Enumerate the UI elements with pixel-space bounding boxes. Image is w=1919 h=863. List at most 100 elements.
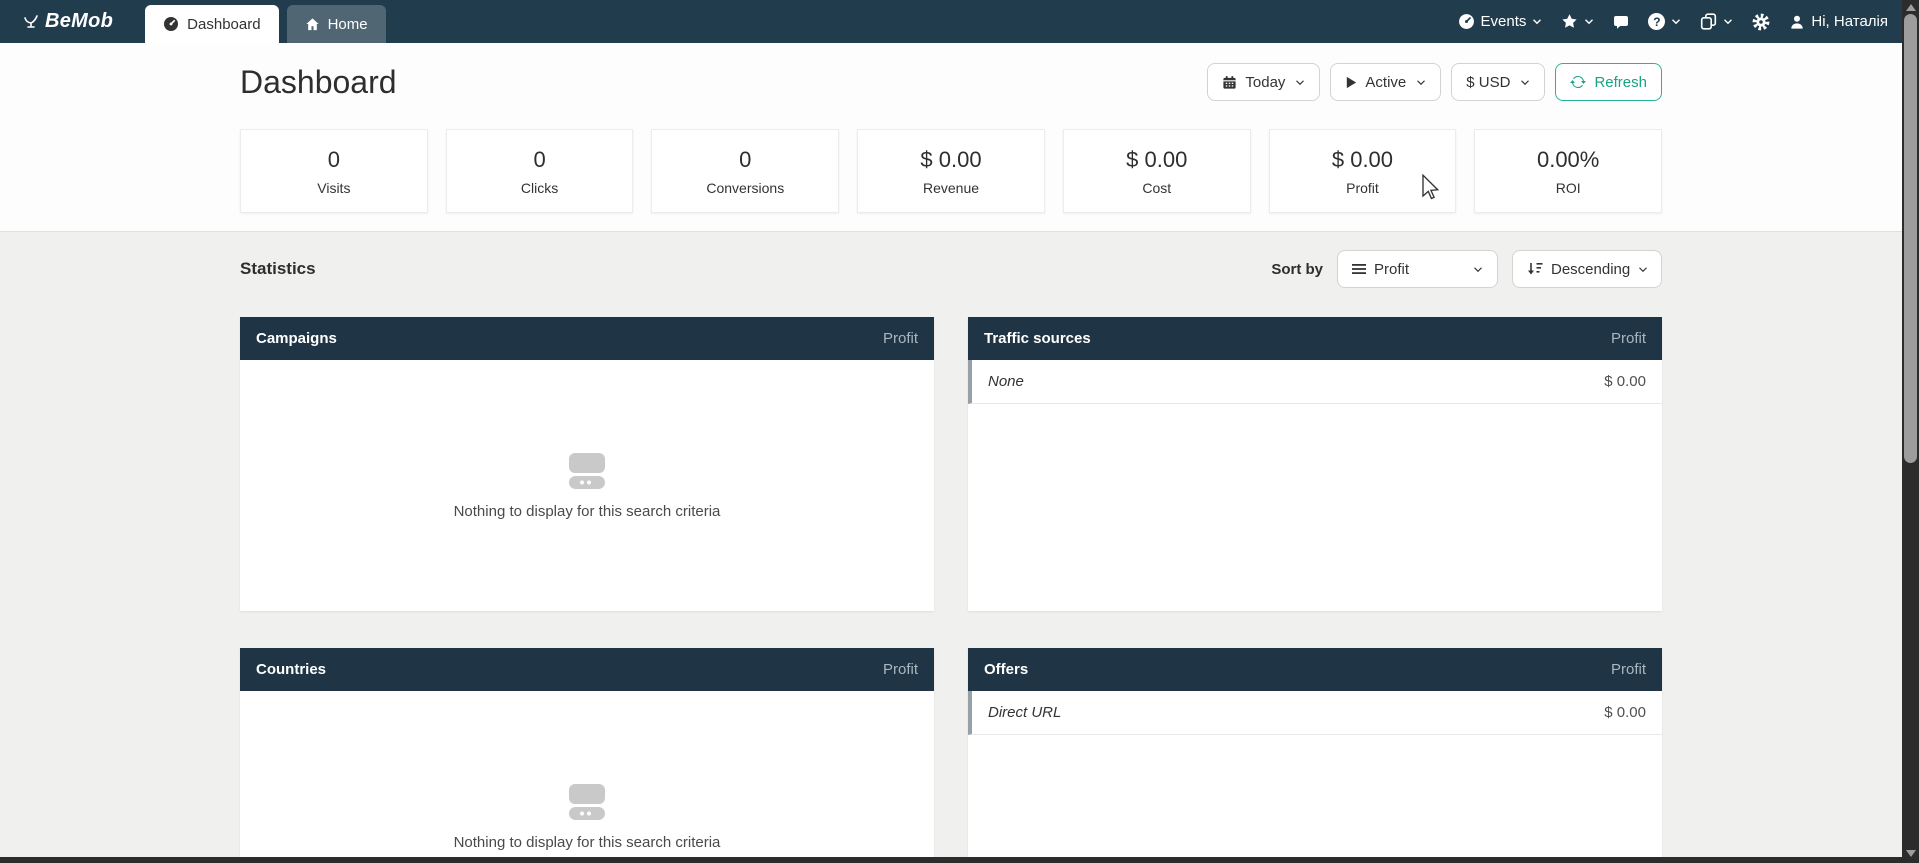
copy-stack-icon <box>1700 13 1717 30</box>
panel-title: Campaigns <box>256 330 337 347</box>
refresh-label: Refresh <box>1594 74 1647 91</box>
scrollbar-thumb[interactable] <box>1904 14 1917 463</box>
kpi-label: Visits <box>317 180 350 196</box>
kpi-card-profit: $ 0.00 Profit <box>1269 129 1457 213</box>
panel-traffic-sources-header: Traffic sources Profit <box>968 317 1662 360</box>
empty-state: Nothing to display for this search crite… <box>240 691 934 863</box>
panel-countries-header: Countries Profit <box>240 648 934 691</box>
panel-metric: Profit <box>1611 330 1646 347</box>
kpi-value: $ 0.00 <box>920 147 981 173</box>
sort-controls: Sort by Profit Desce <box>1271 250 1662 288</box>
question-icon: ? <box>1648 13 1665 30</box>
kpi-card-conversions: 0 Conversions <box>651 129 839 213</box>
panel-metric: Profit <box>1611 661 1646 678</box>
chevron-down-icon <box>1532 18 1542 25</box>
chevron-down-icon <box>1638 266 1648 273</box>
date-range-label: Today <box>1245 74 1285 91</box>
bemob-logo[interactable]: BeMob <box>22 10 113 33</box>
kpi-card-cost: $ 0.00 Cost <box>1063 129 1251 213</box>
navbar-right: Events ? <box>1458 13 1902 31</box>
list-icon <box>1352 263 1366 275</box>
gauge-icon <box>163 16 179 32</box>
sort-descending-icon <box>1527 262 1543 276</box>
chevron-down-icon <box>1723 18 1733 25</box>
window-bottom-edge <box>0 857 1902 863</box>
currency-label: $ USD <box>1466 74 1510 91</box>
scrollbar-down-arrow[interactable] <box>1906 850 1916 857</box>
statistics-panels: Campaigns Profit Nothing to display for … <box>240 317 1662 863</box>
refresh-icon <box>1570 74 1586 90</box>
scrollbar-up-arrow[interactable] <box>1906 4 1916 11</box>
panel-traffic-sources: Traffic sources Profit None $ 0.00 <box>968 317 1662 611</box>
events-gauge-icon <box>1458 13 1475 30</box>
chat-icon <box>1613 14 1629 30</box>
chevron-down-icon <box>1473 266 1483 273</box>
kpi-label: Conversions <box>706 180 784 196</box>
workspaces-menu[interactable] <box>1700 13 1733 30</box>
tab-dashboard-label: Dashboard <box>187 16 260 33</box>
vertical-scrollbar[interactable] <box>1902 0 1919 863</box>
kpi-label: Clicks <box>521 180 558 196</box>
calendar-icon <box>1222 75 1237 90</box>
dashboard-header-section: Dashboard Today <box>0 43 1902 231</box>
panel-offers: Offers Profit Direct URL $ 0.00 <box>968 648 1662 863</box>
kpi-value: 0 <box>739 147 751 173</box>
star-icon <box>1561 13 1578 30</box>
panel-title: Traffic sources <box>984 330 1091 347</box>
kpi-value: 0 <box>533 147 545 173</box>
user-greeting: Hi, Наталія <box>1811 13 1888 30</box>
events-menu[interactable]: Events <box>1458 13 1543 30</box>
row-name: None <box>988 373 1024 390</box>
tab-home-label: Home <box>328 16 368 33</box>
dashboard-toolbar: Today Active <box>1207 63 1662 101</box>
chevron-down-icon <box>1671 18 1681 25</box>
kpi-value: $ 0.00 <box>1332 147 1393 173</box>
kpi-label: Cost <box>1142 180 1171 196</box>
panel-title: Countries <box>256 661 326 678</box>
status-filter-button[interactable]: Active <box>1330 63 1441 101</box>
favorites-menu[interactable] <box>1561 13 1594 30</box>
panel-campaigns-header: Campaigns Profit <box>240 317 934 360</box>
help-menu[interactable]: ? <box>1648 13 1681 30</box>
kpi-value: $ 0.00 <box>1126 147 1187 173</box>
panel-metric: Profit <box>883 661 918 678</box>
status-filter-label: Active <box>1365 74 1406 91</box>
user-menu[interactable]: Hi, Наталія <box>1789 13 1888 30</box>
sort-order-value: Descending <box>1551 261 1630 278</box>
gear-icon <box>1752 13 1770 31</box>
table-row[interactable]: Direct URL $ 0.00 <box>968 691 1662 735</box>
panel-metric: Profit <box>883 330 918 347</box>
currency-button[interactable]: $ USD <box>1451 63 1545 101</box>
nav-tabs: Dashboard Home <box>145 5 385 43</box>
chevron-down-icon <box>1416 79 1426 86</box>
chevron-down-icon <box>1520 79 1530 86</box>
kpi-label: Profit <box>1346 180 1379 196</box>
kpi-label: Revenue <box>923 180 979 196</box>
refresh-button[interactable]: Refresh <box>1555 63 1662 101</box>
date-range-button[interactable]: Today <box>1207 63 1320 101</box>
empty-state-text: Nothing to display for this search crite… <box>454 834 721 851</box>
brand-name: BeMob <box>45 10 113 33</box>
row-name: Direct URL <box>988 704 1061 721</box>
events-label: Events <box>1481 13 1527 30</box>
kpi-card-visits: 0 Visits <box>240 129 428 213</box>
app-viewport: BeMob Dashboard Home Events <box>0 0 1902 863</box>
kpi-value: 0.00% <box>1537 147 1599 173</box>
settings-button[interactable] <box>1752 13 1770 31</box>
kpi-card-revenue: $ 0.00 Revenue <box>857 129 1045 213</box>
tab-home[interactable]: Home <box>287 5 386 43</box>
kpi-value: 0 <box>328 147 340 173</box>
kpi-card-roi: 0.00% ROI <box>1474 129 1662 213</box>
kpi-card-clicks: 0 Clicks <box>446 129 634 213</box>
empty-cards-icon <box>564 451 610 491</box>
panel-countries: Countries Profit Nothing to display for … <box>240 648 934 863</box>
sort-field-select[interactable]: Profit <box>1337 250 1498 288</box>
panel-campaigns: Campaigns Profit Nothing to display for … <box>240 317 934 611</box>
sort-order-select[interactable]: Descending <box>1512 250 1662 288</box>
chat-button[interactable] <box>1613 14 1629 30</box>
tab-dashboard[interactable]: Dashboard <box>145 5 278 43</box>
panel-offers-header: Offers Profit <box>968 648 1662 691</box>
chevron-down-icon <box>1584 18 1594 25</box>
statistics-section: Statistics Sort by Profit <box>0 231 1902 861</box>
table-row[interactable]: None $ 0.00 <box>968 360 1662 404</box>
